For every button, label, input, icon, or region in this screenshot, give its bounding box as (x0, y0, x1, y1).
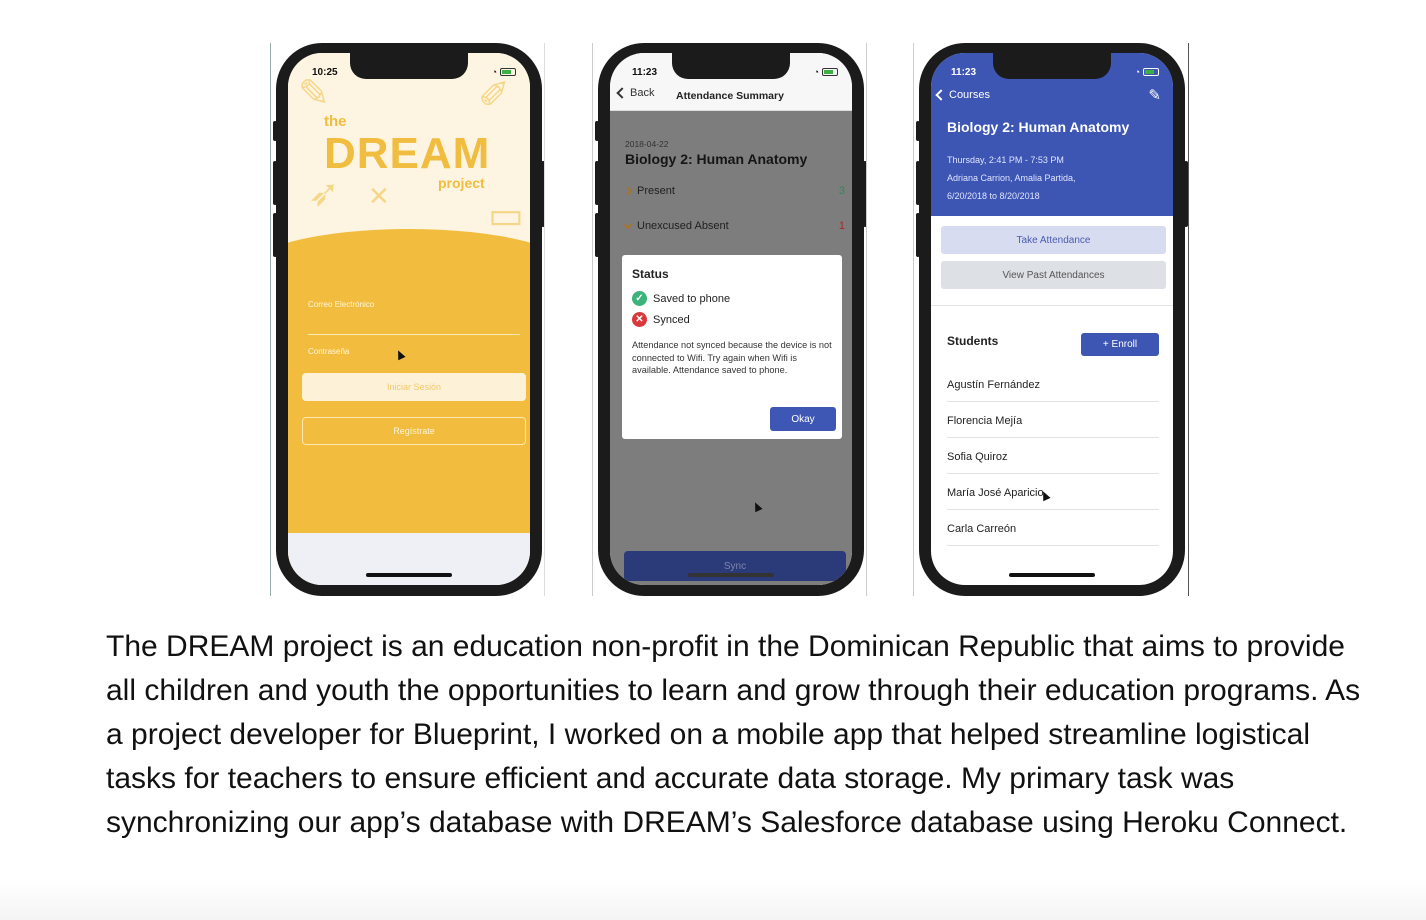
login-footer-background (288, 533, 530, 585)
students-heading: Students (947, 334, 999, 348)
wifi-icon: ◔ (491, 67, 497, 77)
login-screenshot: 10:25 ◔ ✎ ✐ ➶ ✕ ▭ the DREAM project Corr… (270, 43, 545, 596)
row-label: Present (637, 185, 675, 197)
email-label: Correo Electrónico (308, 300, 375, 309)
battery-icon (500, 68, 516, 76)
student-list-item[interactable]: Florencia Mejía (947, 415, 1159, 438)
phone-frame: 10:25 ◔ ✎ ✐ ➶ ✕ ▭ the DREAM project Corr… (273, 43, 544, 596)
take-attendance-button[interactable]: Take Attendance (941, 226, 1166, 254)
attendance-summary-screenshot: 11:23 ◔ Back Attendance Summary 2018-04-… (592, 43, 867, 596)
status-icons: ◔ (814, 67, 838, 77)
error-circle-icon: ✕ (632, 312, 647, 327)
notch (672, 53, 790, 79)
edit-pencil-icon[interactable]: ✎ (1148, 86, 1161, 104)
email-field[interactable] (308, 334, 520, 335)
cross-icon: ✕ (368, 181, 390, 211)
status-icons: ◔ (492, 67, 516, 77)
back-label: Back (630, 87, 655, 99)
logo-project: project (438, 175, 485, 191)
status-time: 10:25 (312, 67, 338, 78)
notch (350, 53, 468, 79)
status-icons: ◔ (1135, 67, 1159, 77)
course-teachers: Adriana Carrion, Amalia Partida, (947, 173, 1076, 183)
chevron-left-icon (935, 89, 947, 101)
status-time: 11:23 (632, 67, 658, 78)
row-label: Unexcused Absent (637, 220, 729, 232)
unexcused-absent-row[interactable]: Unexcused Absent 1 (623, 220, 845, 232)
chevron-right-icon (623, 186, 633, 196)
register-button[interactable]: Regístrate (302, 417, 526, 445)
logo-dream: DREAM (324, 129, 491, 178)
enroll-button[interactable]: + Enroll (1081, 333, 1159, 356)
login-header-background: ✎ ✐ ➶ ✕ ▭ the DREAM project (288, 53, 530, 253)
student-list-item[interactable]: Carla Carreón (947, 523, 1159, 546)
battery-icon (822, 68, 838, 76)
back-button[interactable]: Back (616, 87, 655, 99)
status-item-synced: ✕ Synced (632, 312, 690, 327)
login-button[interactable]: Iniciar Sesión (302, 373, 526, 401)
page-bottom-fade (0, 880, 1426, 920)
chevron-left-icon (616, 87, 628, 99)
pencil-icon: ✐ (478, 75, 510, 117)
dialog-message: Attendance not synced because the device… (632, 340, 832, 375)
home-indicator (366, 573, 452, 577)
home-indicator (688, 573, 774, 577)
wifi-icon: ◔ (1134, 67, 1140, 77)
status-time: 11:23 (951, 67, 977, 78)
dialog-title: Status (632, 267, 669, 281)
battery-icon (1143, 68, 1159, 76)
chevron-down-icon (623, 220, 633, 229)
present-row[interactable]: Present 3 (623, 185, 845, 197)
course-detail-screen: 11:23 ◔ Courses ✎ Biology 2: Human Anato… (931, 53, 1173, 585)
course-title: Biology 2: Human Anatomy (947, 119, 1130, 135)
student-list-item[interactable]: Agustín Fernández (947, 379, 1159, 402)
back-label: Courses (949, 89, 990, 101)
course-schedule: Thursday, 2:41 PM - 7:53 PM (947, 155, 1064, 165)
session-date: 2018-04-22 (625, 139, 669, 149)
login-screen: 10:25 ◔ ✎ ✐ ➶ ✕ ▭ the DREAM project Corr… (288, 53, 530, 585)
login-form-background (288, 229, 530, 575)
student-list-item[interactable]: Sofia Quiroz (947, 451, 1159, 474)
status-dialog: Status ✓ Saved to phone ✕ Synced Attenda… (622, 255, 842, 439)
home-indicator (1009, 573, 1095, 577)
row-count: 1 (838, 220, 845, 232)
row-count: 3 (838, 185, 845, 197)
notch (993, 53, 1111, 79)
nav-title: Attendance Summary (676, 90, 784, 102)
course-info: Thursday, 2:41 PM - 7:53 PM Adriana Carr… (947, 151, 1076, 205)
divider (931, 305, 1173, 306)
check-circle-icon: ✓ (632, 291, 647, 306)
okay-button[interactable]: Okay (770, 407, 836, 431)
wifi-icon: ◔ (813, 67, 819, 77)
course-detail-screenshot: 11:23 ◔ Courses ✎ Biology 2: Human Anato… (913, 43, 1189, 596)
project-description: The DREAM project is an education non-pr… (106, 630, 1361, 839)
back-to-courses-button[interactable]: Courses (935, 89, 990, 101)
attendance-summary-screen: 11:23 ◔ Back Attendance Summary 2018-04-… (610, 53, 852, 585)
view-past-attendances-button[interactable]: View Past Attendances (941, 261, 1166, 289)
phone-frame: 11:23 ◔ Courses ✎ Biology 2: Human Anato… (916, 43, 1188, 596)
status-item-saved: ✓ Saved to phone (632, 291, 730, 306)
student-list-item[interactable]: María José Aparicio (947, 487, 1159, 510)
logo-the: the (324, 113, 347, 130)
phone-frame: 11:23 ◔ Back Attendance Summary 2018-04-… (595, 43, 866, 596)
status-label: Synced (653, 313, 690, 326)
status-label: Saved to phone (653, 292, 731, 305)
course-dates: 6/20/2018 to 8/20/2018 (947, 191, 1040, 201)
password-label: Contraseña (308, 347, 350, 356)
book-icon: ▭ (488, 195, 524, 237)
course-title: Biology 2: Human Anatomy (625, 151, 808, 167)
